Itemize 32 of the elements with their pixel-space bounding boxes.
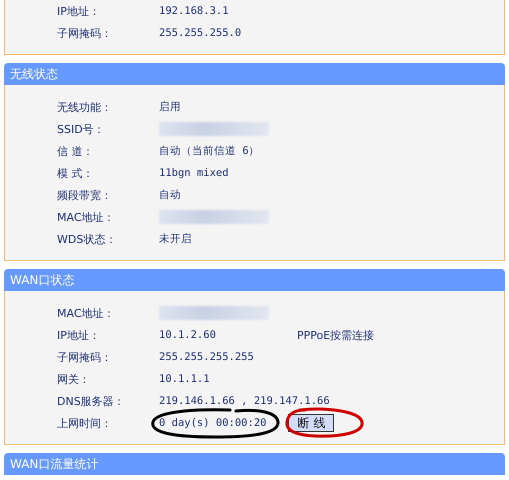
field-value: 219.146.1.66 , 219.147.1.66 bbox=[159, 395, 330, 407]
field-value: 10.1.2.60 bbox=[159, 329, 217, 341]
field-label: IP地址： bbox=[57, 4, 101, 18]
field-label: IP地址： bbox=[57, 328, 101, 342]
field-label: 模 式： bbox=[57, 166, 94, 180]
field-value: 0 day(s) 00:00:20 bbox=[159, 417, 266, 429]
disconnect-button[interactable]: 断 线 bbox=[288, 414, 334, 432]
field-label: MAC地址： bbox=[57, 210, 116, 224]
field-label: 信 道： bbox=[57, 144, 94, 158]
field-value: 11bgn mixed bbox=[159, 167, 230, 179]
section-header: 无线状态 bbox=[4, 63, 505, 85]
field-value: 启用 bbox=[159, 100, 182, 114]
field-label: DNS服务器： bbox=[57, 394, 126, 408]
field-label: 子网掩码： bbox=[57, 350, 113, 364]
field-value: 255.255.255.255 bbox=[159, 351, 255, 363]
field-label: WDS状态： bbox=[57, 232, 118, 246]
field-label: SSID号： bbox=[57, 122, 106, 136]
field-value: 255.255.255.0 bbox=[159, 27, 242, 39]
field-label: MAC地址： bbox=[57, 306, 116, 320]
field-value: 192.168.3.1 bbox=[159, 5, 230, 17]
field-value: 10.1.1.1 bbox=[159, 373, 211, 385]
field-label: 频段带宽： bbox=[57, 188, 113, 202]
field-label: 网关： bbox=[57, 372, 91, 386]
field-value: 自动（当前信道 6） bbox=[159, 144, 261, 158]
connection-type: PPPoE按需连接 bbox=[297, 328, 374, 342]
field-label: 上网时间： bbox=[57, 416, 113, 430]
field-value: 未开启 bbox=[159, 232, 193, 246]
section-header: WAN口状态 bbox=[4, 269, 505, 291]
field-label: 子网掩码： bbox=[57, 26, 113, 40]
section-header: WAN口流量统计 bbox=[4, 453, 505, 475]
field-value: 自动 bbox=[159, 188, 182, 202]
field-label: 无线功能： bbox=[57, 100, 113, 114]
